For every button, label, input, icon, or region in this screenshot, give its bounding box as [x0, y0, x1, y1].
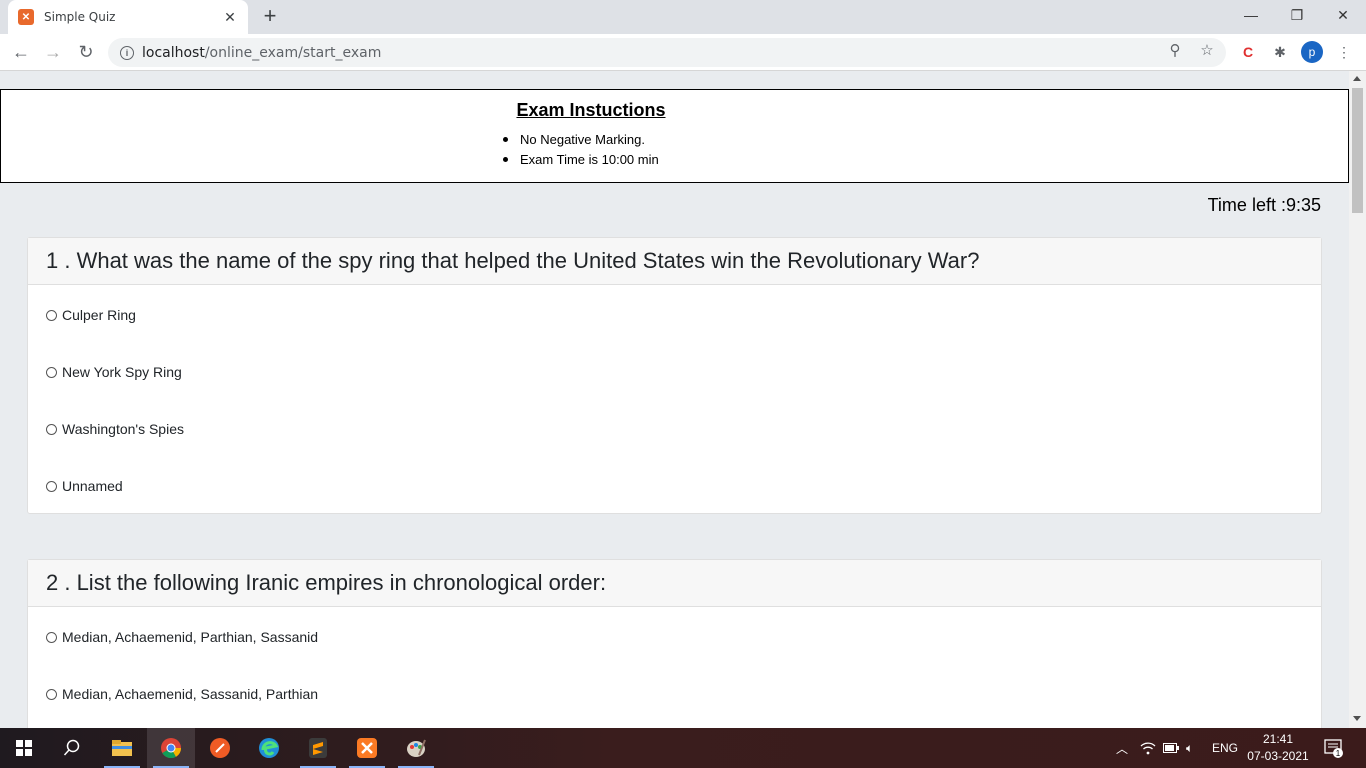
- sublime-text-icon[interactable]: [294, 728, 342, 768]
- answer-option[interactable]: Culper Ring: [46, 307, 136, 323]
- radio-button[interactable]: [46, 480, 57, 492]
- clock-time: 21:41: [1262, 732, 1294, 746]
- notifications-icon[interactable]: 1: [1324, 728, 1344, 768]
- question-header: 2 . List the following Iranic empires in…: [28, 560, 1321, 607]
- option-label: New York Spy Ring: [62, 364, 182, 380]
- site-info-icon[interactable]: i: [120, 45, 134, 60]
- edge-icon[interactable]: [245, 728, 293, 768]
- scroll-down-arrow-icon[interactable]: [1353, 716, 1361, 721]
- answer-option[interactable]: New York Spy Ring: [46, 364, 182, 380]
- scrollbar-thumb[interactable]: [1352, 88, 1363, 213]
- xampp-icon[interactable]: [343, 728, 391, 768]
- browser-tab-strip: ✕ Simple Quiz ✕ + — ❐ ✕: [0, 0, 1366, 34]
- windows-taskbar: ︿ 🔈︎ ENG 21:41 07-03-2021 1: [0, 728, 1366, 768]
- radio-button[interactable]: [46, 688, 57, 700]
- profile-avatar[interactable]: p: [1301, 41, 1323, 63]
- address-bar[interactable]: i localhost/online_exam/start_exam: [108, 38, 1226, 67]
- question-header: 1 . What was the name of the spy ring th…: [28, 238, 1321, 285]
- paint-icon[interactable]: [392, 728, 440, 768]
- question-card: 2 . List the following Iranic empires in…: [27, 559, 1322, 728]
- system-clock[interactable]: 21:41 07-03-2021: [1240, 731, 1316, 765]
- postman-icon[interactable]: [196, 728, 244, 768]
- question-card: 1 . What was the name of the spy ring th…: [27, 237, 1322, 514]
- instruction-item: No Negative Marking.: [503, 130, 659, 150]
- option-label: Culper Ring: [62, 307, 136, 323]
- battery-icon[interactable]: [1163, 728, 1179, 768]
- answer-option[interactable]: Median, Achaemenid, Sassanid, Parthian: [46, 686, 318, 702]
- notification-count: 1: [1336, 749, 1341, 758]
- forward-arrow-icon[interactable]: →: [41, 40, 65, 64]
- url-text: localhost/online_exam/start_exam: [142, 44, 382, 61]
- wifi-icon[interactable]: [1140, 728, 1156, 768]
- new-tab-plus-icon[interactable]: +: [259, 5, 281, 27]
- browser-tab[interactable]: ✕ Simple Quiz ✕: [8, 0, 248, 34]
- minimize-icon[interactable]: —: [1228, 0, 1274, 30]
- browser-toolbar: ← → ↻ i localhost/online_exam/start_exam…: [0, 34, 1366, 71]
- bookmark-star-icon[interactable]: ☆: [1198, 41, 1216, 59]
- page-content: Exam Instuctions No Negative Marking. Ex…: [0, 71, 1349, 728]
- answer-option[interactable]: Unnamed: [46, 478, 123, 494]
- radio-button[interactable]: [46, 309, 57, 321]
- extension-c-icon[interactable]: C: [1238, 42, 1258, 62]
- show-hidden-icons-icon[interactable]: ︿: [1116, 728, 1128, 768]
- radio-button[interactable]: [46, 631, 57, 643]
- page-scrollbar[interactable]: [1349, 71, 1366, 728]
- instructions-heading: Exam Instuctions: [516, 100, 666, 120]
- option-label: Median, Achaemenid, Parthian, Sassanid: [62, 629, 319, 645]
- volume-icon[interactable]: 🔈︎: [1186, 728, 1193, 768]
- reload-icon[interactable]: ↻: [74, 40, 98, 64]
- tab-close-icon[interactable]: ✕: [222, 9, 238, 26]
- windows-start-icon[interactable]: [0, 728, 48, 768]
- instructions-list: No Negative Marking. Exam Time is 10:00 …: [503, 130, 659, 170]
- window-close-icon[interactable]: ✕: [1320, 0, 1366, 30]
- time-left: Time left :9:35: [1207, 195, 1321, 215]
- answer-option[interactable]: Washington's Spies: [46, 421, 184, 437]
- option-label: Washington's Spies: [62, 421, 184, 437]
- tab-title: Simple Quiz: [44, 10, 116, 24]
- scroll-up-arrow-icon[interactable]: [1353, 76, 1361, 81]
- clock-date: 07-03-2021: [1247, 749, 1309, 763]
- back-arrow-icon[interactable]: ←: [9, 40, 33, 64]
- menu-kebab-icon[interactable]: ⋮: [1334, 42, 1354, 62]
- radio-button[interactable]: [46, 366, 57, 378]
- language-indicator[interactable]: ENG: [1212, 728, 1238, 768]
- instruction-item: Exam Time is 10:00 min: [503, 150, 659, 170]
- file-explorer-icon[interactable]: [98, 728, 146, 768]
- extensions-puzzle-icon[interactable]: ✱: [1270, 42, 1290, 62]
- zoom-icon[interactable]: ⚲: [1166, 41, 1184, 59]
- exam-instructions-box: Exam Instuctions No Negative Marking. Ex…: [0, 89, 1349, 183]
- option-label: Median, Achaemenid, Sassanid, Parthian: [62, 686, 319, 702]
- answer-option[interactable]: Median, Achaemenid, Parthian, Sassanid: [46, 629, 318, 645]
- restore-icon[interactable]: ❐: [1274, 0, 1320, 30]
- chrome-icon[interactable]: [147, 728, 195, 768]
- option-label: Unnamed: [62, 478, 123, 494]
- xampp-favicon-icon: ✕: [18, 9, 34, 25]
- radio-button[interactable]: [46, 423, 57, 435]
- search-icon[interactable]: [48, 728, 96, 768]
